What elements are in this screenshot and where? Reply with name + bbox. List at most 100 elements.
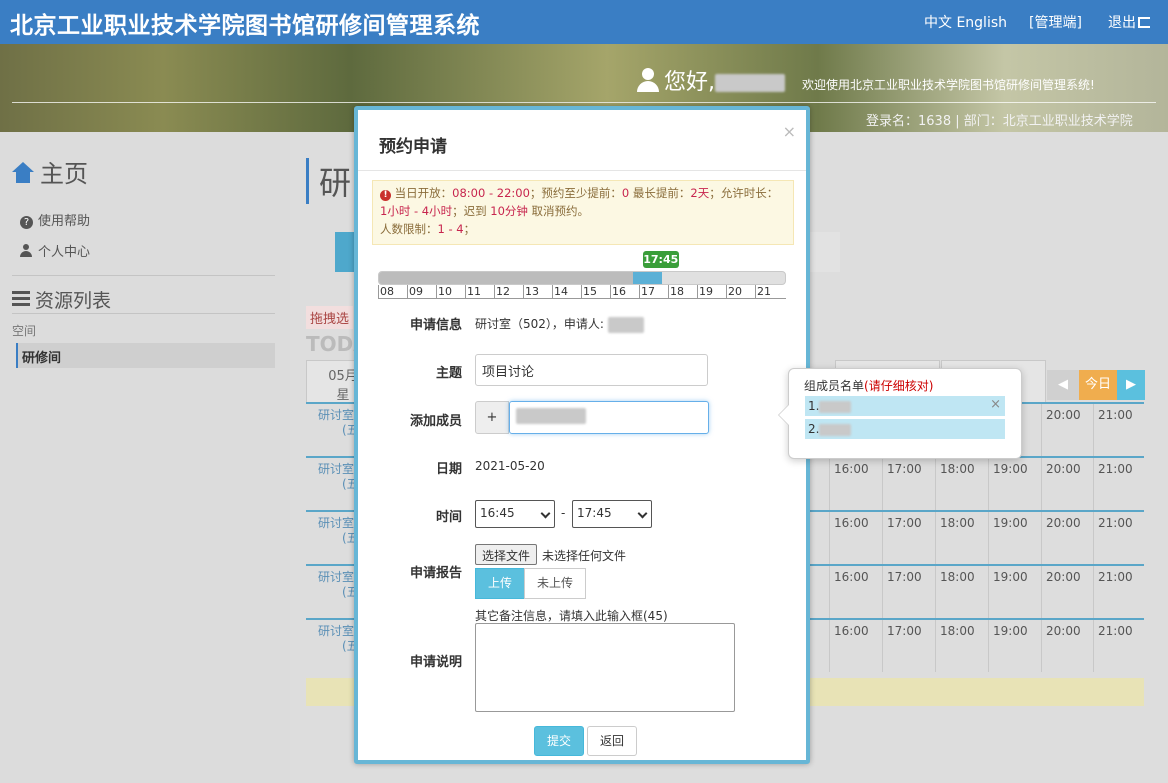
sidebar-resources: 资源列表: [12, 286, 111, 313]
logout-link[interactable]: 退出: [1108, 12, 1150, 32]
end-time-select[interactable]: 17:45: [572, 500, 652, 528]
room-floor: (五: [342, 531, 359, 545]
time-slot[interactable]: 16:00: [829, 566, 882, 618]
back-button[interactable]: 返回: [587, 726, 637, 756]
alert-late: 10分钟: [490, 204, 528, 218]
time-slot[interactable]: 17:00: [882, 566, 935, 618]
today-button[interactable]: 今日: [1079, 370, 1117, 400]
subject-input[interactable]: 项目讨论: [475, 354, 708, 386]
admin-link[interactable]: [管理端]: [1029, 12, 1082, 32]
top-navbar: 北京工业职业技术学院图书馆研修间管理系统 中文 English [管理端] 退出: [0, 0, 1168, 44]
time-slot[interactable]: 21:00: [1093, 566, 1146, 618]
home-icon: [12, 162, 34, 184]
time-slot[interactable]: 20:00: [1041, 404, 1094, 456]
chevron-down-icon: [637, 508, 648, 519]
hour-tick: 10: [436, 285, 452, 299]
time-slot[interactable]: 18:00: [935, 620, 988, 672]
report-label: 申请报告: [409, 566, 462, 581]
time-slot[interactable]: 20:00: [1041, 458, 1094, 510]
time-slot[interactable]: 17:00: [882, 458, 935, 510]
home-label: 主页: [40, 160, 88, 188]
time-slot[interactable]: 17:00: [882, 620, 935, 672]
upload-no-toggle[interactable]: 未上传: [524, 568, 586, 599]
room-label[interactable]: 研讨室 (五: [318, 624, 359, 654]
info-text: 研讨室（502），申请人:: [475, 317, 604, 331]
description-textarea[interactable]: [475, 623, 735, 712]
alert-open-hours: 08:00 - 22:00: [452, 186, 530, 200]
chevron-down-icon: [540, 508, 551, 519]
time-slot[interactable]: 18:00: [935, 512, 988, 564]
close-icon[interactable]: ×: [783, 122, 796, 141]
logout-label: 退出: [1108, 15, 1136, 31]
time-slot[interactable]: 18:00: [935, 566, 988, 618]
time-slot[interactable]: 21:00: [1093, 458, 1146, 510]
popover-title-text: 组成员名单: [804, 379, 865, 393]
sidebar: 主页 ? 使用帮助 个人中心 资源列表 空间 研修间: [0, 132, 290, 783]
room-name: 研讨室: [318, 624, 355, 638]
time-slot[interactable]: 21:00: [1093, 512, 1146, 564]
choose-file-button[interactable]: 选择文件: [475, 544, 538, 565]
member-list-popover: 组成员名单(请仔细核对) 1. × 2.: [778, 368, 1022, 459]
sidebar-category: 空间: [12, 324, 37, 338]
alert-icon: !: [380, 190, 391, 201]
file-status: 未选择任何文件: [542, 549, 627, 563]
info-label: 申请信息: [409, 318, 462, 333]
greeting: 您好,: [636, 64, 785, 96]
hour-tick: 16: [610, 285, 626, 299]
time-slot[interactable]: 16:00: [829, 458, 882, 510]
time-slot[interactable]: 19:00: [988, 620, 1041, 672]
time-slot[interactable]: 17:00: [882, 512, 935, 564]
time-slot[interactable]: 16:00: [829, 620, 882, 672]
member-input[interactable]: [509, 401, 709, 434]
room-label[interactable]: 研讨室 (五: [318, 570, 359, 600]
subject-label: 主题: [435, 366, 462, 381]
hour-tick: 18: [668, 285, 684, 299]
slider-selection[interactable]: [632, 272, 662, 284]
time-slot[interactable]: 19:00: [988, 512, 1041, 564]
hour-tick: 09: [407, 285, 423, 299]
time-slider[interactable]: [378, 271, 786, 285]
time-slot[interactable]: 19:00: [988, 458, 1041, 510]
alert-people: 1 - 4: [437, 222, 464, 236]
time-slot[interactable]: 21:00: [1093, 620, 1146, 672]
member-item[interactable]: 2.: [805, 419, 1005, 439]
drag-hint: 拖拽选: [306, 306, 354, 329]
main-tab-button[interactable]: [808, 232, 840, 272]
member-item[interactable]: 1. ×: [805, 396, 1005, 416]
room-label[interactable]: 研讨室 (五: [318, 516, 359, 546]
alert-text: 人数限制：: [380, 222, 438, 236]
time-slot[interactable]: 18:00: [935, 458, 988, 510]
upload-yes-toggle[interactable]: 上传: [475, 568, 525, 599]
time-slot[interactable]: 20:00: [1041, 566, 1094, 618]
time-slot[interactable]: 19:00: [988, 566, 1041, 618]
time-slot[interactable]: 20:00: [1041, 620, 1094, 672]
date-label: 日期: [435, 462, 462, 477]
hour-tick: 20: [726, 285, 742, 299]
time-slot[interactable]: 21:00: [1093, 404, 1146, 456]
sidebar-item-study-room[interactable]: 研修间: [16, 343, 275, 368]
end-time-value: 17:45: [577, 506, 612, 520]
sidebar-personal[interactable]: 个人中心: [20, 241, 90, 260]
submit-button[interactable]: 提交: [534, 726, 584, 756]
description-label: 申请说明: [409, 655, 462, 670]
remove-member-icon[interactable]: ×: [990, 397, 1001, 412]
time-separator: -: [561, 506, 566, 520]
member-index: 1.: [808, 399, 820, 413]
sidebar-home[interactable]: 主页: [12, 154, 88, 189]
room-name: 研讨室: [318, 570, 355, 584]
room-label[interactable]: 研讨室 (五: [318, 408, 359, 438]
next-button[interactable]: ▶: [1117, 370, 1145, 400]
member-name-redacted: [819, 400, 852, 413]
sidebar-help[interactable]: ? 使用帮助: [20, 210, 90, 229]
language-switch[interactable]: 中文 English: [924, 12, 1007, 32]
time-slot[interactable]: 20:00: [1041, 512, 1094, 564]
slider-hour-ticks: 08 09 10 11 12 13 14 15 16 17 18 19 20 21: [378, 285, 786, 299]
rules-alert: ! 当日开放：08:00 - 22:00；预约至少提前：0 最长提前：2天；允许…: [372, 180, 794, 245]
start-time-select[interactable]: 16:45: [475, 500, 555, 528]
members-label: 添加成员: [409, 414, 462, 429]
time-slot[interactable]: 16:00: [829, 512, 882, 564]
alert-line-1: ! 当日开放：08:00 - 22:00；预约至少提前：0 最长提前：2天；允许…: [380, 184, 786, 202]
prev-button[interactable]: ◀: [1047, 370, 1079, 400]
add-member-button[interactable]: +: [475, 401, 509, 434]
room-label[interactable]: 研讨室 (五: [318, 462, 359, 492]
